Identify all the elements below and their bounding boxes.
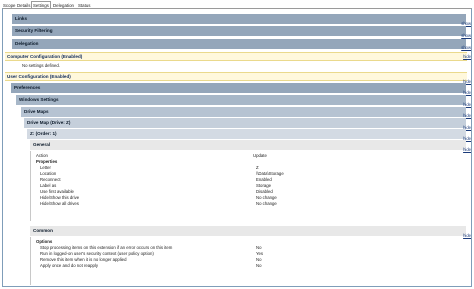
section-drive-map-z[interactable]: Drive Map (Drive: Z) [24,118,466,128]
general-table: Action Update Properties Letter Z Locati… [36,153,456,207]
row-label: Hide/Show all drives [40,201,79,206]
section-z-order[interactable]: Z: (Order: 1) [27,129,466,139]
section-links[interactable]: Links [12,14,466,24]
common-table: Options Stop processing items on this ex… [36,239,456,269]
section-title: Security Filtering [15,28,53,33]
show-link[interactable]: show [461,33,471,38]
section-title: Links [15,16,27,21]
section-delegation[interactable]: Delegation [12,39,466,49]
table-row: Apply once and do not reapply No [36,263,456,269]
hide-link[interactable]: hide [463,54,471,59]
section-title: Delegation [15,41,39,46]
section-windows-settings[interactable]: Windows Settings [16,95,466,105]
section-drive-maps[interactable]: Drive Maps [21,107,466,117]
divider [30,151,31,221]
divider [30,237,31,285]
show-link[interactable]: show [461,45,471,50]
section-title: Drive Map (Drive: Z) [27,120,71,125]
row-value: No change [256,201,277,206]
row-value: No [256,263,262,268]
section-security-filtering[interactable]: Security Filtering [12,26,466,36]
row-label: Apply once and do not reapply [40,263,99,268]
hide-link[interactable]: hide [463,233,471,238]
user-configuration-header[interactable]: User Configuration (Enabled) [5,72,467,81]
section-title: Z: (Order: 1) [30,131,57,136]
section-general[interactable]: General [30,140,466,150]
hide-link[interactable]: hide [463,147,471,152]
section-title: Computer Configuration (Enabled) [7,54,83,59]
section-title: Drive Maps [24,109,49,114]
section-title: Preferences [14,85,41,90]
section-title: Windows Settings [19,97,59,102]
section-common[interactable]: Common [30,226,466,236]
section-preferences[interactable]: Preferences [11,83,466,93]
section-title: General [33,142,51,147]
section-title: User Configuration (Enabled) [7,74,71,79]
computer-configuration-header[interactable]: Computer Configuration (Enabled) [5,52,467,61]
no-settings-text: No settings defined. [22,63,60,68]
table-row: Hide/Show all drives No change [36,201,456,207]
section-title: Common [33,228,53,233]
